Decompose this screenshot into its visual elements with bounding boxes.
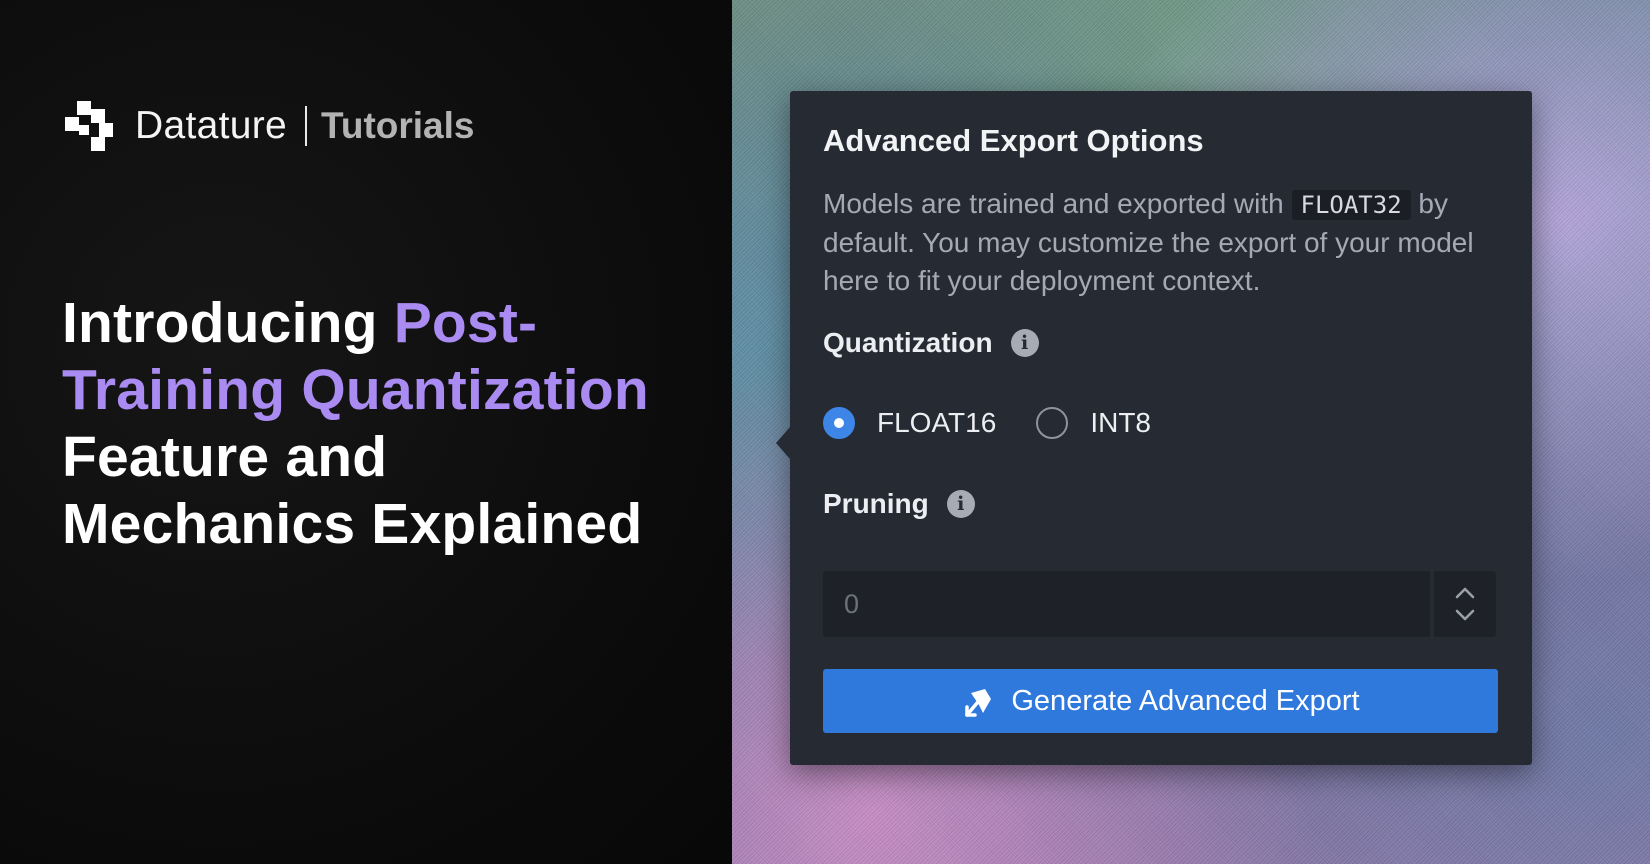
radio-int8[interactable] [1036, 407, 1069, 439]
info-icon[interactable]: i [1010, 329, 1039, 357]
datature-logo-icon [65, 101, 113, 151]
pruning-label-row: Pruning i [823, 488, 975, 520]
chevron-up-icon[interactable] [1450, 582, 1480, 604]
headline: Introducing Post- Training Quantization … [62, 290, 722, 558]
stepper-arrows[interactable] [1434, 571, 1496, 637]
chevron-down-icon[interactable] [1450, 604, 1480, 626]
brand-name: Datature [135, 104, 287, 147]
info-icon[interactable]: i [946, 490, 975, 518]
panel-pointer [776, 427, 790, 459]
left-banner: Datature Tutorials Introducing Post- Tra… [0, 0, 732, 864]
advanced-export-panel: Advanced Export Options Models are train… [776, 91, 1532, 765]
headline-part3: Mechanics Explained [62, 492, 643, 556]
brand-section: Tutorials [320, 105, 475, 146]
quantization-radio-group: FLOAT16 INT8 [823, 407, 1191, 439]
radio-label-int8: INT8 [1090, 407, 1151, 438]
headline-part2: Feature and [62, 425, 388, 489]
float32-code: FLOAT32 [1291, 190, 1411, 220]
panel-description: Models are trained and exported with FLO… [823, 185, 1503, 300]
brand-header: Datature Tutorials [63, 98, 474, 154]
radio-float16[interactable] [823, 407, 855, 439]
pruning-input[interactable]: 0 [823, 571, 1430, 637]
radio-label-float16: FLOAT16 [877, 407, 997, 438]
export-button-label: Generate Advanced Export [1011, 684, 1360, 717]
radio-option-float16[interactable]: FLOAT16 [823, 407, 996, 439]
generate-advanced-export-button[interactable]: Generate Advanced Export [823, 669, 1498, 733]
pruning-stepper[interactable]: 0 [823, 571, 1496, 637]
quantization-label-row: Quantization i [823, 327, 1039, 359]
description-text-before: Models are trained and exported with [823, 188, 1292, 219]
headline-part1: Introducing [62, 291, 394, 355]
pruning-label: Pruning [823, 488, 929, 519]
brand-divider [304, 106, 307, 146]
quantization-label: Quantization [823, 327, 993, 358]
panel-title: Advanced Export Options [823, 123, 1204, 158]
radio-option-int8[interactable]: INT8 [1036, 407, 1151, 439]
headline-accent2: Training Quantization [62, 358, 649, 422]
headline-accent1: Post- [393, 291, 538, 355]
export-arrow-icon [965, 689, 992, 717]
